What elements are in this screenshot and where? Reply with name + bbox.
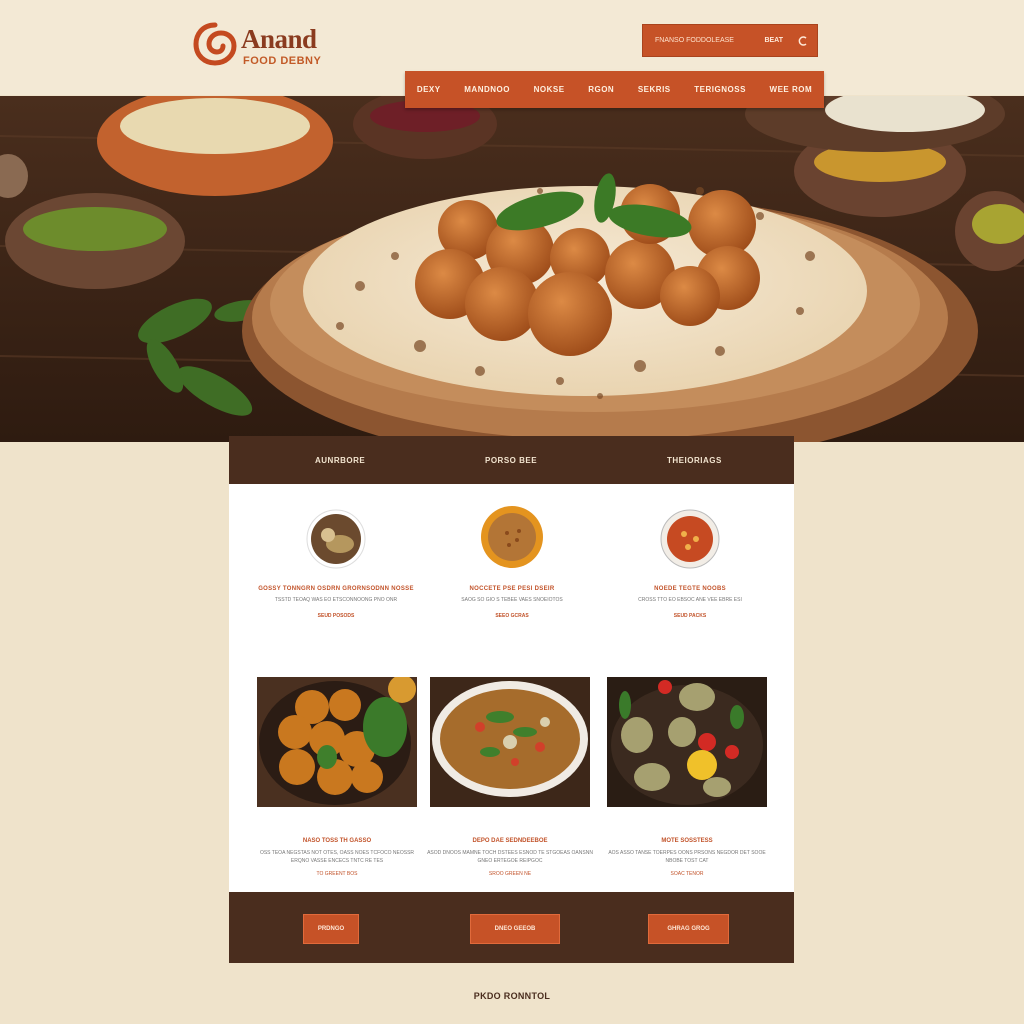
brand-tagline: FOOD DEBNY (243, 55, 322, 67)
nav-item-5[interactable]: SEKRIS (638, 85, 671, 94)
nav-item-4[interactable]: RGON (588, 85, 614, 94)
feature-title: GOSSY TONNGRN OSDRN GRORNSODNN NOSSE (258, 586, 414, 592)
brand-name: Anand (241, 24, 317, 54)
footer-button-3[interactable]: GHRAG GROG (648, 914, 729, 944)
nav-item-3[interactable]: NOKSE (534, 85, 565, 94)
dish-caption-1: NASO TOSS TH GASSO OSS TEOA NEGSTAS NOT … (252, 838, 422, 877)
panel-tab-3[interactable]: THEIORIAGS (667, 456, 722, 465)
nav-item-7[interactable]: WEE ROM (770, 85, 813, 94)
feature-text: CROSS TTO EO EBSOC ANE VEE EBRE ESI (638, 597, 742, 603)
nav-item-2[interactable]: MANDNOO (464, 85, 510, 94)
vegetable-curry-photo[interactable] (430, 677, 590, 807)
main-nav: DEXY MANDNOO NOKSE RGON SEKRIS TERIGNOSS… (405, 71, 824, 108)
dish-text: ASOD DNOOS MAMNE TOCH DSTEES ESNOD TE ST… (427, 850, 593, 864)
dish-caption-2: DEPO DAE SEDNDEEBOE ASOD DNOOS MAMNE TOC… (425, 838, 595, 877)
dish-link[interactable]: TO GREENT BOS (252, 871, 422, 877)
feature-link[interactable]: SEUD POSODS (251, 613, 421, 619)
content-panel: GOSSY TONNGRN OSDRN GRORNSODNN NOSSE TSS… (229, 484, 794, 892)
footer-text: PKDO RONNTOL (473, 991, 551, 1001)
spice-bowl-icon (306, 509, 366, 569)
panel-tab-2[interactable]: PORSO BEE (485, 456, 537, 465)
hero-food-image (0, 96, 1024, 442)
search-icon[interactable] (797, 35, 809, 47)
feature-title: NOCCETE PSE PESI DSEIR (469, 586, 555, 592)
dish-link[interactable]: SOAC TENOR (602, 871, 772, 877)
panel-footer: PRDNGO DNEO GEEOB GHRAG GROG (229, 892, 794, 963)
vegetable-stew-photo[interactable] (607, 677, 767, 807)
fritter-dish-photo[interactable] (257, 677, 417, 807)
stew-bowl-icon (660, 509, 720, 569)
feature-card-2[interactable]: NOCCETE PSE PESI DSEIR SAOG SO GIO S TEB… (427, 505, 597, 619)
feature-text: SAOG SO GIO S TEBEE VAES SNOEIOTOS (461, 597, 563, 603)
brand-logo[interactable]: Anand FOOD DEBNY (193, 22, 353, 70)
dish-caption-3: MOTE SOSSTESS AOS ASSO TANSE TOERPES OON… (602, 838, 772, 877)
footer-button-2[interactable]: DNEO GEEOB (470, 914, 560, 944)
search-button[interactable]: BEAT (764, 37, 783, 44)
feature-text: TSSTD TEOAQ WAS EO ETSCONNOONG PNO ONR (274, 597, 398, 603)
feature-link[interactable]: SEUD PACKS (605, 613, 775, 619)
search-input[interactable] (643, 24, 765, 57)
logo-swirl-icon (193, 22, 237, 66)
feature-title: NOEDE TEGTE NOOBS (654, 586, 726, 592)
feature-card-3[interactable]: NOEDE TEGTE NOOBS CROSS TTO EO EBSOC ANE… (605, 509, 775, 619)
nav-item-6[interactable]: TERIGNOSS (694, 85, 746, 94)
dish-link[interactable]: SROO GREEN NE (425, 871, 595, 877)
feature-card-1[interactable]: GOSSY TONNGRN OSDRN GRORNSODNN NOSSE TSS… (251, 509, 421, 619)
dish-text: AOS ASSO TANSE TOERPES OONS PRSONS NEGDO… (608, 850, 766, 864)
dish-text: OSS TEOA NEGSTAS NOT OTES, OASS NOES TCF… (259, 850, 415, 864)
dish-title: NASO TOSS TH GASSO (302, 838, 372, 844)
dish-title: DEPO DAE SEDNDEEBOE (472, 838, 548, 844)
footer-button-1[interactable]: PRDNGO (303, 914, 359, 944)
search-bar: BEAT (642, 24, 818, 57)
panel-header: AUNRBORE PORSO BEE THEIORIAGS (229, 436, 794, 484)
feature-link[interactable]: SEEO GCRAS (427, 613, 597, 619)
dish-title: MOTE SOSSTESS (661, 838, 713, 844)
curry-bowl-icon (481, 506, 543, 568)
nav-item-1[interactable]: DEXY (417, 85, 441, 94)
panel-tab-1[interactable]: AUNRBORE (315, 456, 365, 465)
